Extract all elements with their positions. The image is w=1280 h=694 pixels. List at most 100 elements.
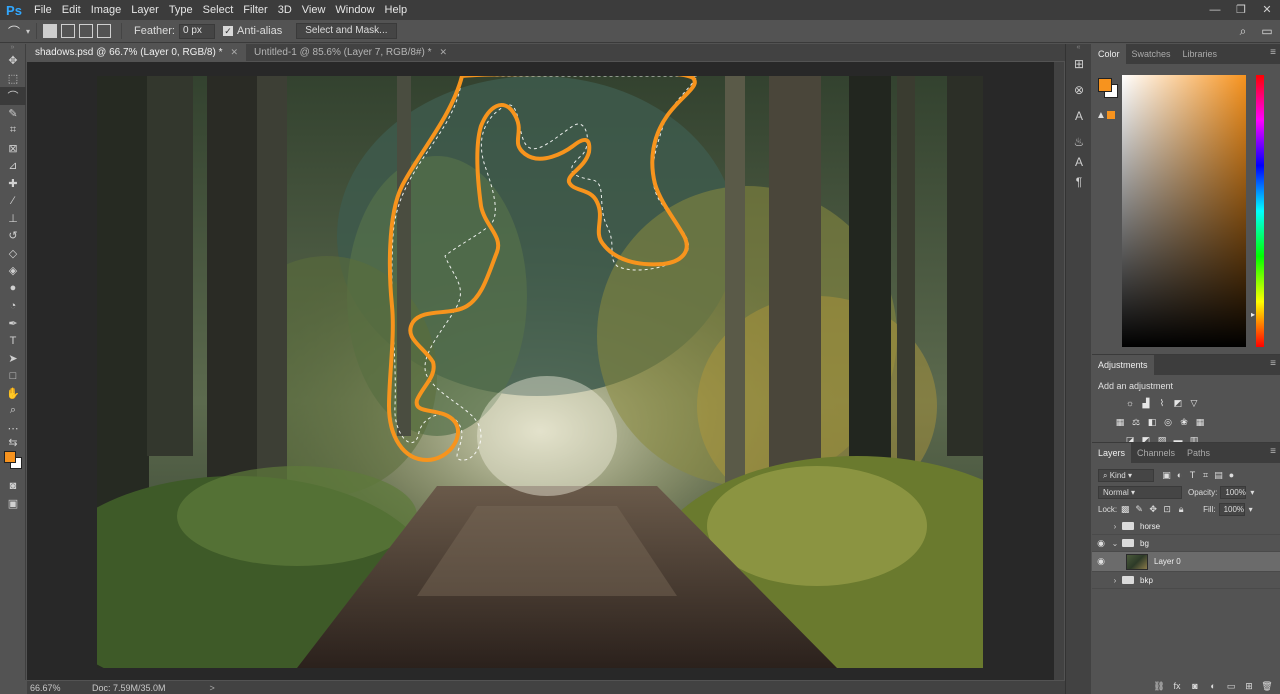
- layer-row-bkp[interactable]: ◉ › bkp: [1092, 572, 1280, 589]
- canvas-area[interactable]: [27, 62, 1054, 680]
- hue-saturation-icon[interactable]: ▦: [1114, 416, 1126, 428]
- paragraph-icon[interactable]: ¶: [1066, 172, 1092, 192]
- layer-row-layer-0[interactable]: ◉ Layer 0: [1092, 552, 1280, 572]
- brush-settings-icon[interactable]: ♨: [1066, 132, 1092, 152]
- chevron-right-icon[interactable]: ›: [1110, 522, 1120, 531]
- subtract-from-selection-icon[interactable]: [79, 24, 94, 38]
- path-selection-tool-icon[interactable]: ➤: [0, 350, 26, 368]
- menu-type[interactable]: Type: [164, 0, 198, 20]
- filter-type-icon[interactable]: T: [1186, 469, 1199, 482]
- menu-image[interactable]: Image: [86, 0, 127, 20]
- foreground-color-swatch[interactable]: [1098, 78, 1112, 92]
- zoom-level[interactable]: 66.67%: [30, 683, 66, 693]
- fill-input[interactable]: 100%: [1218, 503, 1245, 516]
- filter-adjustment-icon[interactable]: ◐: [1173, 469, 1186, 482]
- frame-tool-icon[interactable]: ⊠: [0, 140, 26, 158]
- type-tool-icon[interactable]: T: [0, 332, 26, 350]
- photo-filter-icon[interactable]: ◎: [1162, 416, 1174, 428]
- tab-channels[interactable]: Channels: [1131, 443, 1181, 463]
- tab-swatches[interactable]: Swatches: [1126, 44, 1177, 64]
- eyedropper-tool-icon[interactable]: ⊿: [0, 157, 26, 175]
- more-tools-icon[interactable]: ⋯: [0, 420, 26, 438]
- hand-tool-icon[interactable]: ✋: [0, 385, 26, 403]
- menu-file[interactable]: File: [29, 0, 57, 20]
- history-panel-icon[interactable]: ⊞: [1066, 54, 1092, 74]
- menu-help[interactable]: Help: [380, 0, 413, 20]
- workspace-icon[interactable]: ▭: [1258, 23, 1276, 39]
- color-picker-field[interactable]: [1122, 75, 1246, 347]
- menu-3d[interactable]: 3D: [273, 0, 297, 20]
- vertical-scrollbar[interactable]: [1054, 62, 1064, 680]
- dodge-tool-icon[interactable]: ◔: [0, 297, 26, 315]
- chevron-down-icon[interactable]: ▾: [1249, 505, 1253, 514]
- paint-bucket-tool-icon[interactable]: ◈: [0, 262, 26, 280]
- chevron-right-icon[interactable]: ›: [1110, 576, 1120, 585]
- healing-brush-tool-icon[interactable]: ✚: [0, 175, 26, 193]
- panel-menu-icon[interactable]: ≡: [1270, 359, 1276, 369]
- chevron-down-icon[interactable]: ⌄: [1110, 539, 1120, 548]
- filter-kind-select[interactable]: ⌕ Kind ▾: [1098, 469, 1154, 482]
- add-to-selection-icon[interactable]: [61, 24, 76, 38]
- filter-toggle-icon[interactable]: ●: [1225, 469, 1238, 482]
- lock-image-icon[interactable]: ✎: [1133, 504, 1145, 515]
- color-lookup-icon[interactable]: ▦: [1194, 416, 1206, 428]
- channel-mixer-icon[interactable]: ❀: [1178, 416, 1190, 428]
- panel-menu-icon[interactable]: ≡: [1270, 48, 1276, 58]
- new-adjustment-icon[interactable]: ◐: [1206, 681, 1220, 691]
- screen-mode-icon[interactable]: ▣: [0, 495, 26, 513]
- gamut-swatch[interactable]: [1107, 111, 1115, 119]
- character-styles-icon[interactable]: A: [1066, 152, 1092, 172]
- swap-colors-icon[interactable]: ⇆: [0, 437, 26, 449]
- intersect-selection-icon[interactable]: [97, 24, 112, 38]
- status-menu-arrow[interactable]: >: [210, 683, 215, 693]
- visibility-eye-icon[interactable]: ◉: [1092, 521, 1110, 532]
- restore-button[interactable]: ❐: [1228, 0, 1254, 20]
- menu-layer[interactable]: Layer: [126, 0, 164, 20]
- levels-icon[interactable]: ▟: [1140, 397, 1152, 409]
- add-mask-icon[interactable]: ◙: [1188, 681, 1202, 691]
- foreground-color-swatch[interactable]: [4, 451, 16, 463]
- delete-layer-icon[interactable]: 🗑︎: [1260, 681, 1274, 692]
- lock-all-icon[interactable]: 🔒︎: [1175, 504, 1187, 515]
- marquee-tool-icon[interactable]: ⬚: [0, 70, 26, 88]
- zoom-tool-icon[interactable]: ⌕: [0, 402, 26, 420]
- layer-row-bg[interactable]: ◉ ⌄ bg: [1092, 535, 1280, 552]
- tab-layers[interactable]: Layers: [1092, 443, 1132, 463]
- menu-view[interactable]: View: [297, 0, 331, 20]
- new-selection-icon[interactable]: [43, 24, 58, 38]
- search-icon[interactable]: ⌕: [1234, 23, 1252, 39]
- blend-mode-select[interactable]: Normal ▾: [1098, 486, 1182, 499]
- lock-artboard-icon[interactable]: ⊡: [1161, 504, 1173, 515]
- pen-tool-icon[interactable]: ✒: [0, 315, 26, 333]
- eraser-tool-icon[interactable]: ◇: [0, 245, 26, 263]
- hue-slider-marker-icon[interactable]: ▸: [1251, 310, 1255, 319]
- menu-select[interactable]: Select: [198, 0, 239, 20]
- doc-tab-untitled[interactable]: Untitled-1 @ 85.6% (Layer 7, RGB/8#) * ✕: [246, 44, 455, 61]
- doc-tab-shadows[interactable]: shadows.psd @ 66.7% (Layer 0, RGB/8) * ✕: [27, 44, 247, 61]
- menu-edit[interactable]: Edit: [57, 0, 86, 20]
- visibility-eye-icon[interactable]: ◉: [1092, 575, 1110, 586]
- curves-icon[interactable]: ⌇: [1156, 397, 1168, 409]
- quick-mask-icon[interactable]: ◙: [0, 477, 26, 495]
- blur-tool-icon[interactable]: ●: [0, 280, 26, 298]
- collapse-icon[interactable]: »: [0, 44, 25, 52]
- chevron-down-icon[interactable]: ▾: [1250, 488, 1254, 497]
- opacity-input[interactable]: 100%: [1220, 486, 1247, 499]
- new-group-icon[interactable]: ▭: [1224, 681, 1238, 692]
- exposure-icon[interactable]: ◩: [1172, 397, 1184, 409]
- link-layers-icon[interactable]: ⛓: [1152, 681, 1166, 692]
- menu-filter[interactable]: Filter: [238, 0, 272, 20]
- lock-transparent-icon[interactable]: ▩: [1119, 504, 1131, 515]
- clone-source-icon[interactable]: ⊗: [1066, 80, 1092, 100]
- select-and-mask-button[interactable]: Select and Mask...: [296, 23, 397, 39]
- lock-position-icon[interactable]: ✥: [1147, 504, 1159, 515]
- quick-selection-tool-icon[interactable]: ✎: [0, 105, 26, 123]
- history-brush-tool-icon[interactable]: ↺: [0, 227, 26, 245]
- vibrance-icon[interactable]: ▽: [1188, 397, 1200, 409]
- visibility-eye-icon[interactable]: ◉: [1092, 556, 1110, 567]
- color-balance-icon[interactable]: ⚖: [1130, 416, 1142, 428]
- lasso-tool-icon[interactable]: ⌒: [0, 87, 26, 105]
- layer-style-icon[interactable]: fx: [1170, 681, 1184, 691]
- rectangle-tool-icon[interactable]: □: [0, 367, 26, 385]
- brush-tool-icon[interactable]: ∕: [0, 192, 26, 210]
